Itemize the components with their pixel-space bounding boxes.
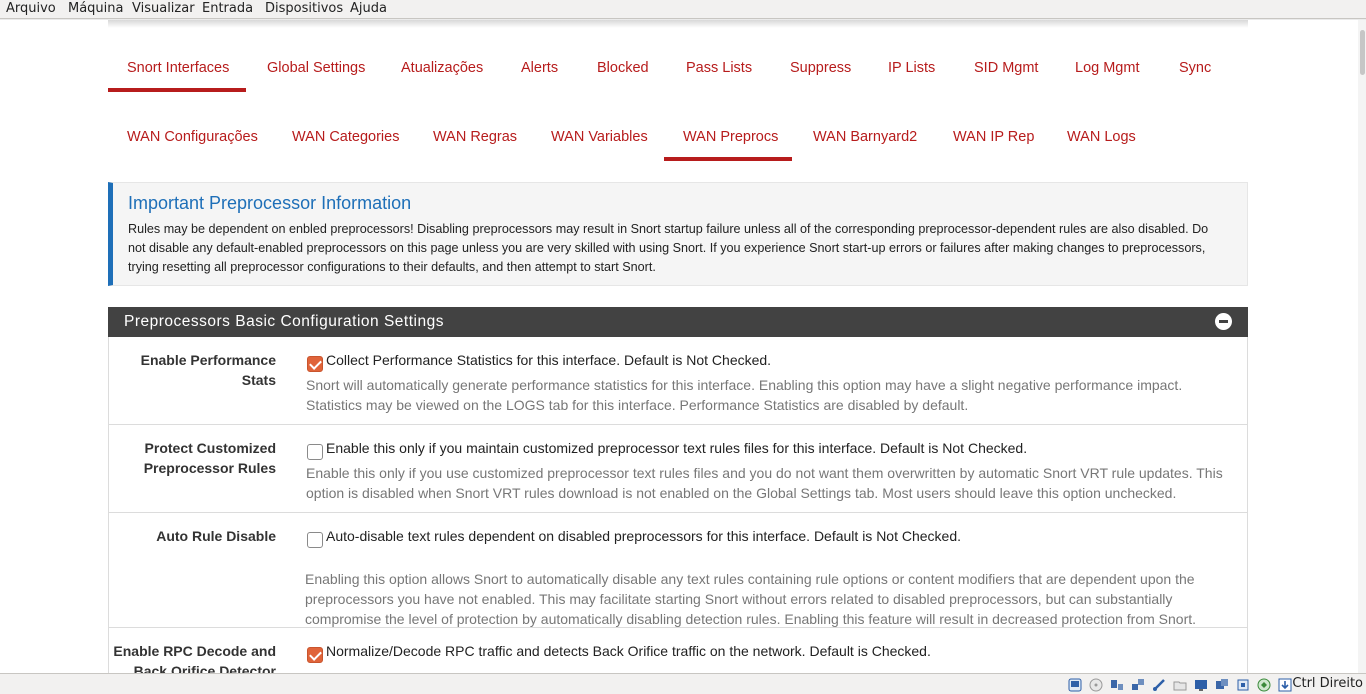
setting-help-text: Enable this only if you use customized p…: [306, 465, 1223, 501]
checkbox-label: Normalize/Decode RPC traffic and detects…: [326, 643, 931, 659]
subtab-wan-regras[interactable]: WAN Regras: [433, 129, 517, 145]
menu-visualizar[interactable]: Visualizar: [132, 1, 195, 16]
usb-icon[interactable]: [1152, 678, 1166, 692]
setting-label: Enable Performance Stats: [140, 352, 276, 388]
mouse-integration-icon[interactable]: [1257, 678, 1271, 692]
display-icon[interactable]: [1194, 678, 1208, 692]
tab-log-mgmt[interactable]: Log Mgmt: [1075, 60, 1139, 76]
scrollbar-thumb[interactable]: [1360, 30, 1365, 75]
menu-entrada[interactable]: Entrada: [202, 1, 253, 16]
preprocessor-info-box: Important Preprocessor Information Rules…: [108, 182, 1248, 286]
collapse-panel-icon[interactable]: [1215, 313, 1232, 330]
info-title: Important Preprocessor Information: [128, 193, 412, 213]
panel-heading: Preprocessors Basic Configuration Settin…: [108, 307, 1248, 337]
guest-viewport: Snort Interfaces Global Settings Atualiz…: [0, 20, 1366, 673]
setting-row-rpc-decode: Enable RPC Decode and Back Orifice Detec…: [109, 628, 1247, 673]
info-text: Rules may be dependent on enbled preproc…: [128, 222, 1209, 274]
subtab-wan-configuracoes[interactable]: WAN Configurações: [127, 129, 258, 145]
video-capture-icon[interactable]: [1215, 678, 1229, 692]
keyboard-capture-icon[interactable]: [1278, 678, 1292, 692]
protect-custom-rules-checkbox[interactable]: [307, 444, 323, 460]
tab-ip-lists[interactable]: IP Lists: [888, 60, 935, 76]
menu-ajuda[interactable]: Ajuda: [350, 1, 387, 16]
tab-pass-lists[interactable]: Pass Lists: [686, 60, 752, 76]
setting-label: Enable RPC Decode and Back Orifice Detec…: [113, 643, 276, 673]
audio-icon[interactable]: [1110, 678, 1124, 692]
active-subtab-indicator: [664, 157, 792, 161]
setting-row-protect-custom-rules: Protect Customized Preprocessor Rules En…: [109, 425, 1247, 513]
subtab-wan-logs[interactable]: WAN Logs: [1067, 129, 1136, 145]
vbox-statusbar: Ctrl Direito: [0, 673, 1366, 694]
tab-suppress[interactable]: Suppress: [790, 60, 851, 76]
rpc-decode-checkbox[interactable]: [307, 647, 323, 663]
vbox-menubar: Arquivo Máquina Visualizar Entrada Dispo…: [0, 0, 1366, 19]
menu-maquina[interactable]: Máquina: [68, 1, 124, 16]
tab-sync[interactable]: Sync: [1179, 60, 1211, 76]
checkbox-label: Collect Performance Statistics for this …: [326, 352, 772, 368]
setting-label: Auto Rule Disable: [156, 528, 276, 544]
subtab-wan-ip-rep[interactable]: WAN IP Rep: [953, 129, 1034, 145]
checkbox-label: Auto-disable text rules dependent on dis…: [326, 528, 962, 544]
tab-sid-mgmt[interactable]: SID Mgmt: [974, 60, 1038, 76]
header-shadow: [108, 20, 1248, 28]
subtab-wan-variables[interactable]: WAN Variables: [551, 129, 648, 145]
setting-row-performance-stats: Enable Performance Stats Collect Perform…: [109, 337, 1247, 425]
host-key-label: Ctrl Direito: [1292, 676, 1363, 691]
tab-alerts[interactable]: Alerts: [521, 60, 558, 76]
subtab-wan-barnyard2[interactable]: WAN Barnyard2: [813, 129, 917, 145]
setting-row-auto-rule-disable: Auto Rule Disable Auto-disable text rule…: [109, 513, 1247, 628]
panel-body: Enable Performance Stats Collect Perform…: [108, 337, 1248, 673]
tab-blocked[interactable]: Blocked: [597, 60, 649, 76]
menu-arquivo[interactable]: Arquivo: [6, 1, 56, 16]
optical-drive-icon[interactable]: [1089, 678, 1103, 692]
checkbox-label: Enable this only if you maintain customi…: [326, 440, 1028, 456]
hard-disk-icon[interactable]: [1068, 678, 1082, 692]
setting-help-text: Enabling this option allows Snort to aut…: [305, 571, 1197, 627]
page-scrollbar[interactable]: [1358, 20, 1366, 673]
cpu-icon[interactable]: [1236, 678, 1250, 692]
panel-title: Preprocessors Basic Configuration Settin…: [124, 313, 444, 330]
subtab-wan-categories[interactable]: WAN Categories: [292, 129, 399, 145]
network-icon[interactable]: [1131, 678, 1145, 692]
tab-global-settings[interactable]: Global Settings: [267, 60, 365, 76]
performance-stats-checkbox[interactable]: [307, 356, 323, 372]
menu-dispositivos[interactable]: Dispositivos: [265, 1, 343, 16]
setting-help-text: Snort will automatically generate perfor…: [306, 377, 1183, 413]
auto-rule-disable-checkbox[interactable]: [307, 532, 323, 548]
active-tab-indicator: [108, 88, 246, 92]
shared-folder-icon[interactable]: [1173, 678, 1187, 692]
tab-atualizacoes[interactable]: Atualizações: [401, 60, 483, 76]
tab-snort-interfaces[interactable]: Snort Interfaces: [127, 60, 229, 76]
setting-label: Protect Customized Preprocessor Rules: [143, 440, 276, 476]
subtab-wan-preprocs[interactable]: WAN Preprocs: [683, 129, 778, 145]
